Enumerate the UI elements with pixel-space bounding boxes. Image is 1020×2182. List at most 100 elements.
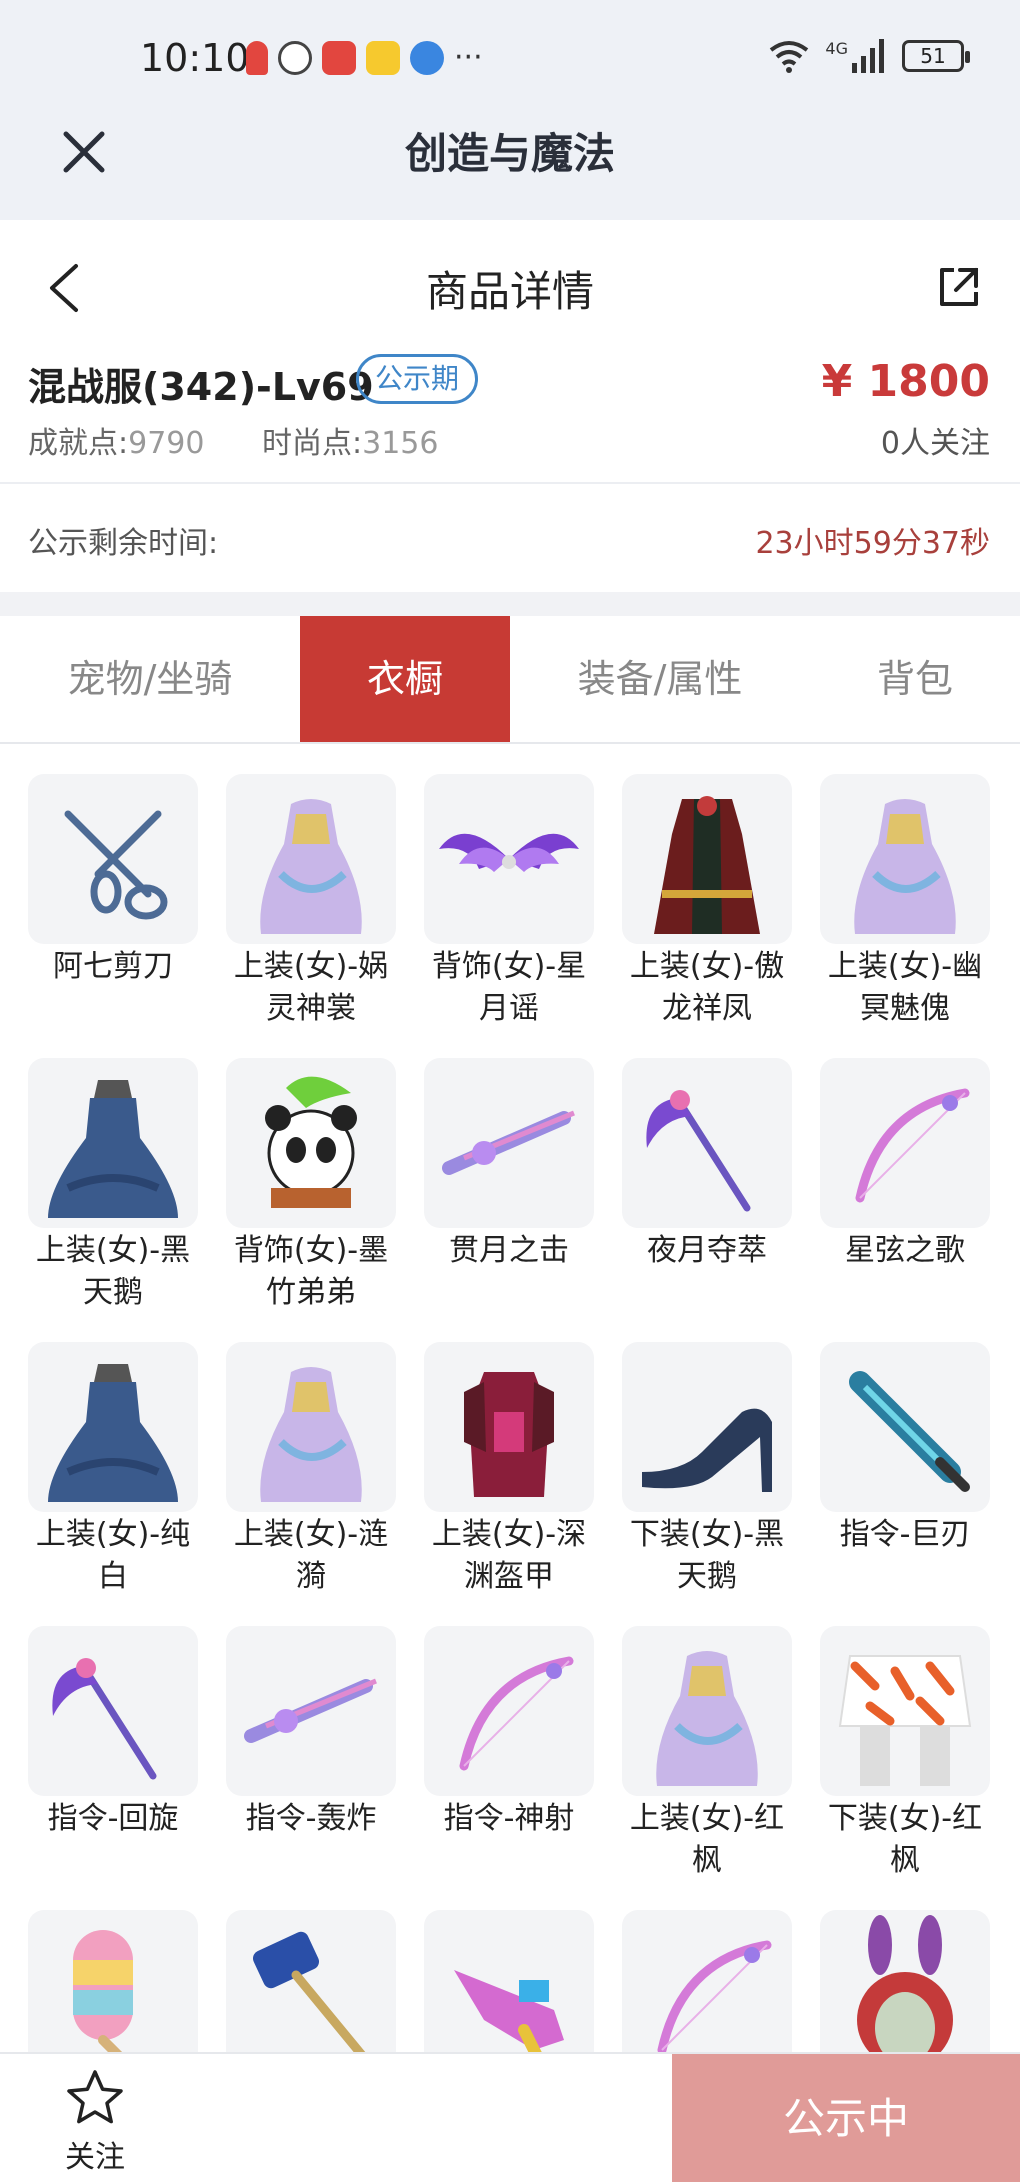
wardrobe-item[interactable]: 指令-回旋 xyxy=(0,1598,198,1882)
robe-icon xyxy=(622,774,792,944)
follower-count: 0人关注 xyxy=(880,426,990,461)
achievement-value: 9790 xyxy=(128,426,205,461)
star-icon xyxy=(67,2070,123,2124)
dress-icon xyxy=(226,774,396,944)
wardrobe-item[interactable] xyxy=(198,1882,396,2052)
wardrobe-item-label: 上装(女)-红枫 xyxy=(594,1798,820,1882)
app-title: 创造与魔法 xyxy=(404,129,615,178)
item-label-line2: 灵神裳 xyxy=(266,991,356,1026)
network-type: 4G xyxy=(825,38,848,58)
wardrobe-item-label: 上装(女)-涟漪 xyxy=(198,1514,424,1598)
wardrobe-item[interactable]: 星弦之歌 xyxy=(792,1030,990,1314)
gown-icon xyxy=(28,1058,198,1228)
notice-label: 公示剩余时间: xyxy=(28,526,219,561)
follow-button[interactable]: 关注 xyxy=(40,2062,150,2178)
skirt-icon xyxy=(820,1626,990,1796)
wardrobe-item[interactable]: 上装(女)-红枫 xyxy=(594,1598,792,1882)
public-notice: 公示剩余时间: 23小时59分37秒 xyxy=(0,486,1020,592)
item-label-line2: 枫 xyxy=(890,1843,920,1878)
wardrobe-grid: 阿七剪刀 上装(女)-娲 灵神裳 背饰(女)-星 月谣 上装(女)-傲 龙祥凤 上装(女)-幽… xyxy=(0,746,1020,2052)
wardrobe-item[interactable]: 上装(女)-黑 天鹅 xyxy=(0,1030,198,1314)
wardrobe-item[interactable]: 下装(女)-红枫 xyxy=(792,1598,990,1882)
item-label-line1: 指令-轰炸 xyxy=(245,1801,377,1836)
notice-countdown: 23小时59分37秒 xyxy=(755,526,990,561)
item-label-line2: 枫 xyxy=(692,1843,722,1878)
share-icon[interactable] xyxy=(934,262,984,312)
nav-bar: 商品详情 xyxy=(0,220,1020,350)
item-label-line1: 上装(女)-纯 xyxy=(35,1517,191,1552)
item-label-line1: 阿七剪刀 xyxy=(53,949,173,984)
item-label-line1: 星弦之歌 xyxy=(845,1233,965,1268)
wardrobe-item[interactable]: 上装(女)-幽 冥魅傀 xyxy=(792,746,990,1030)
item-label-line2: 龙祥凤 xyxy=(662,991,752,1026)
page-title: 商品详情 xyxy=(425,267,594,316)
item-label-line1: 指令-回旋 xyxy=(47,1801,179,1836)
price: ¥ 1800 xyxy=(821,356,990,407)
item-label-line1: 指令-巨刃 xyxy=(839,1517,971,1552)
item-label-line1: 上装(女)-傲 xyxy=(629,949,785,984)
wardrobe-item[interactable]: 夜月夺萃 xyxy=(594,1030,792,1314)
item-label-line2: 渊盔甲 xyxy=(464,1559,554,1594)
wardrobe-item[interactable]: 指令-轰炸 xyxy=(198,1598,396,1882)
wardrobe-item[interactable]: 指令-巨刃 xyxy=(792,1314,990,1598)
wings-icon xyxy=(424,774,594,944)
scissors-icon xyxy=(28,774,198,944)
wardrobe-item-label: 背饰(女)-星 月谣 xyxy=(396,946,622,1030)
wardrobe-item[interactable]: 上装(女)-傲 龙祥凤 xyxy=(594,746,792,1030)
tab-equipment-attributes[interactable]: 装备/属性 xyxy=(510,616,810,742)
item-label-line1: 上装(女)-幽 xyxy=(827,949,983,984)
browser-icon xyxy=(410,40,444,75)
popsicle-icon xyxy=(28,1910,198,2052)
item-label-line2: 月谣 xyxy=(479,991,539,1026)
wardrobe-item[interactable]: 阿七剪刀 xyxy=(0,746,198,1030)
tab-pets-mounts[interactable]: 宠物/坐骑 xyxy=(0,616,300,742)
status-time: 10:10 xyxy=(140,36,250,80)
tab-wardrobe[interactable]: 衣橱 xyxy=(300,616,510,742)
k-app-icon xyxy=(278,40,312,75)
notification-icons: ··· xyxy=(246,40,483,75)
gown-icon xyxy=(28,1342,198,1512)
wardrobe-item-label: 上装(女)-傲 龙祥凤 xyxy=(594,946,820,1030)
public-status-button[interactable]: 公示中 xyxy=(672,2054,1020,2182)
wardrobe-item[interactable]: 上装(女)-纯白 xyxy=(0,1314,198,1598)
section-divider xyxy=(0,592,1020,616)
wardrobe-item[interactable] xyxy=(792,1882,990,2052)
tab-backpack[interactable]: 背包 xyxy=(810,616,1020,742)
wardrobe-item-label: 上装(女)-幽 冥魅傀 xyxy=(792,946,1018,1030)
wardrobe-item[interactable]: 指令-神射 xyxy=(396,1598,594,1882)
wardrobe-item[interactable]: 背饰(女)-墨 竹弟弟 xyxy=(198,1030,396,1314)
wardrobe-item-label: 背饰(女)-墨 竹弟弟 xyxy=(198,1230,424,1314)
status-bar: 10:10 ··· 4G 51 xyxy=(0,0,1020,112)
wardrobe-item[interactable]: 贯月之击 xyxy=(396,1030,594,1314)
dress-icon xyxy=(622,1626,792,1796)
item-label-line1: 背饰(女)-墨 xyxy=(233,1233,389,1268)
wardrobe-item[interactable] xyxy=(0,1882,198,2052)
wardrobe-item-label: 夜月夺萃 xyxy=(594,1230,820,1272)
wardrobe-item-label: 上装(女)-娲 灵神裳 xyxy=(198,946,424,1030)
app-notification-icon xyxy=(246,40,268,75)
achievement-points: 成就点:9790 xyxy=(28,418,204,462)
item-label-line1: 上装(女)-涟 xyxy=(233,1517,389,1552)
scythe-icon xyxy=(622,1058,792,1228)
wardrobe-item[interactable] xyxy=(594,1882,792,2052)
wardrobe-item-label: 指令-轰炸 xyxy=(198,1798,424,1840)
wardrobe-item[interactable]: 上装(女)-涟漪 xyxy=(198,1314,396,1598)
wardrobe-item-label: 下装(女)-黑 天鹅 xyxy=(594,1514,820,1598)
category-tabs: 宠物/坐骑 衣橱 装备/属性 背包 xyxy=(0,616,1020,744)
item-label-line2: 冥魅傀 xyxy=(860,991,950,1026)
wardrobe-item[interactable]: 上装(女)-深 渊盔甲 xyxy=(396,1314,594,1598)
armor-icon xyxy=(424,1342,594,1512)
follow-label: 关注 xyxy=(65,2140,125,2175)
wardrobe-item[interactable]: 背饰(女)-星 月谣 xyxy=(396,746,594,1030)
wardrobe-item-label: 指令-巨刃 xyxy=(792,1514,1018,1556)
wardrobe-item-label: 指令-回旋 xyxy=(0,1798,226,1840)
fashion-value: 3156 xyxy=(362,426,439,461)
wardrobe-item[interactable]: 下装(女)-黑 天鹅 xyxy=(594,1314,792,1598)
more-notifications-icon: ··· xyxy=(454,40,483,75)
wardrobe-item[interactable]: 上装(女)-娲 灵神裳 xyxy=(198,746,396,1030)
item-label-line2: 天鹅 xyxy=(83,1275,143,1310)
wardrobe-item-label: 上装(女)-黑 天鹅 xyxy=(0,1230,226,1314)
item-label-line1: 夜月夺萃 xyxy=(647,1233,767,1268)
bow-icon xyxy=(622,1910,792,2052)
wardrobe-item[interactable] xyxy=(396,1882,594,2052)
